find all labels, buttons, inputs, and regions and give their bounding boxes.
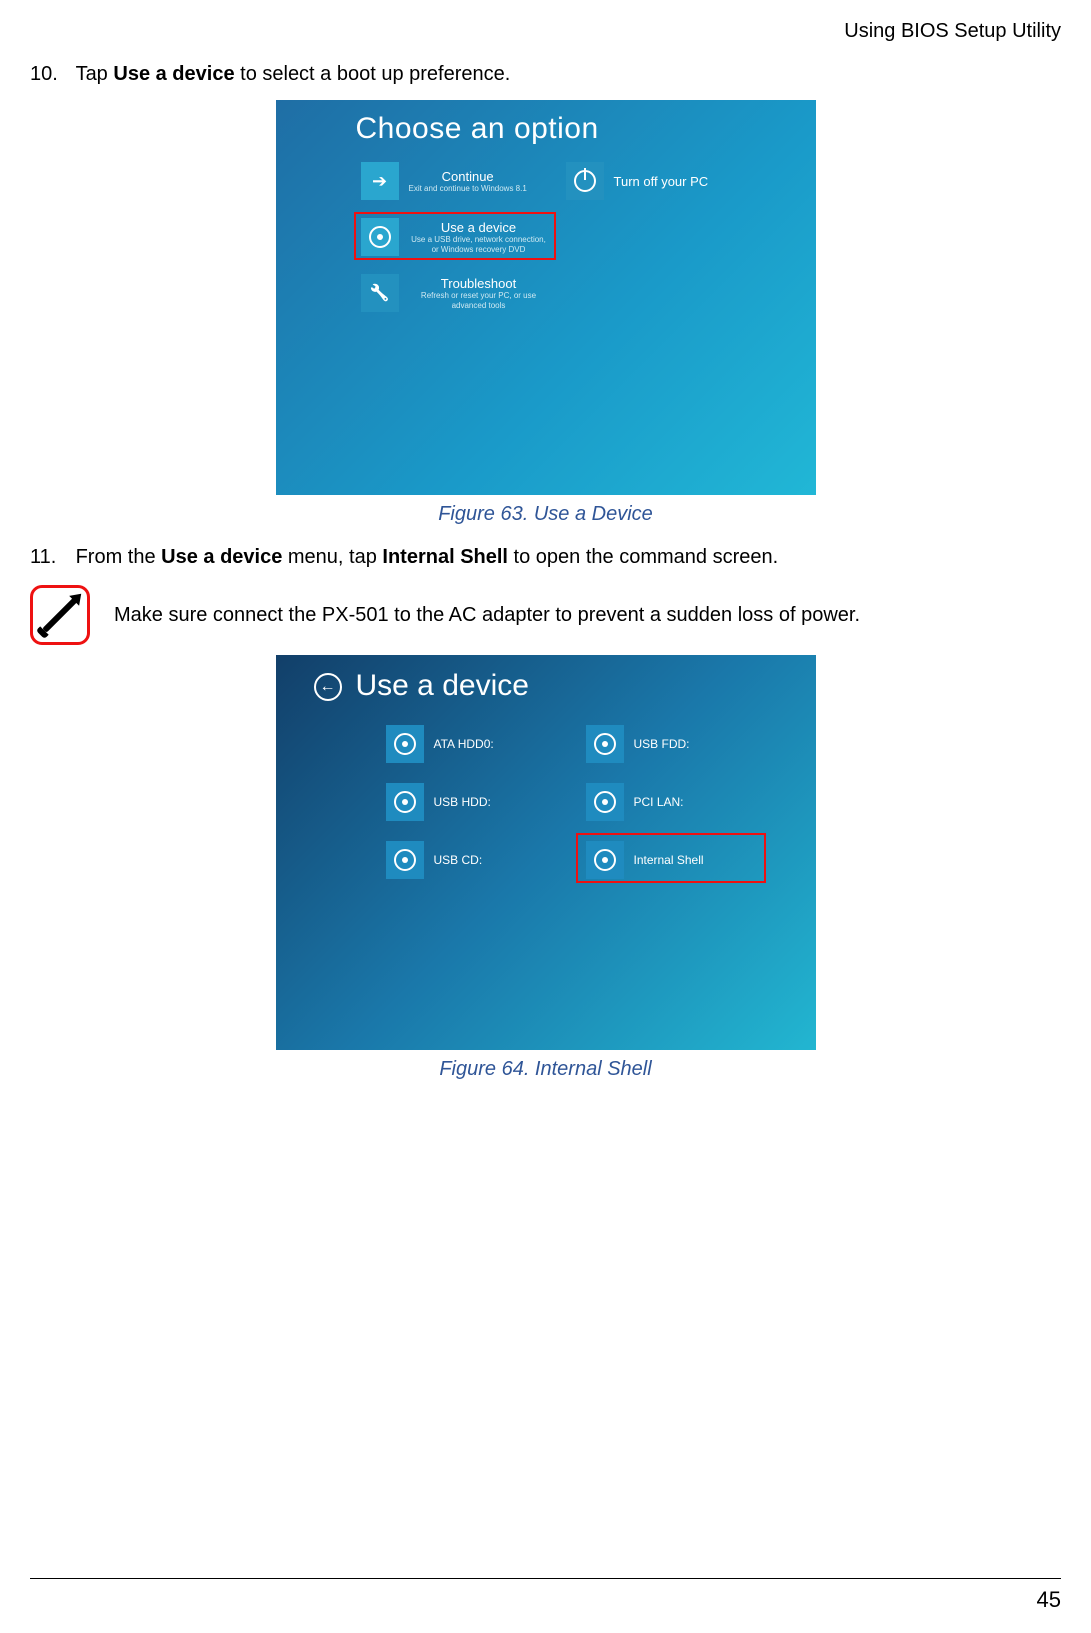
step-10-bold: Use a device (113, 63, 234, 85)
device-pci-lan-label: PCI LAN: (634, 795, 684, 809)
device-usb-hdd[interactable]: USB HDD: (386, 783, 491, 821)
tile-troubleshoot-title: Troubleshoot (409, 276, 549, 291)
tile-turnoff-title: Turn off your PC (614, 174, 709, 189)
tile-use-a-device-sub: Use a USB drive, network connection, or … (409, 235, 549, 254)
tile-use-a-device-title: Use a device (409, 220, 549, 235)
step-10-num: 10. (30, 61, 70, 88)
note-text: Make sure connect the PX-501 to the AC a… (114, 604, 860, 627)
device-usb-cd[interactable]: USB CD: (386, 841, 483, 879)
device-internal-shell[interactable]: Internal Shell (586, 841, 704, 879)
device-usb-cd-label: USB CD: (434, 853, 483, 867)
disc-icon (386, 725, 424, 763)
disc-icon (386, 783, 424, 821)
power-icon (566, 162, 604, 200)
tile-use-a-device[interactable]: Use a device Use a USB drive, network co… (361, 218, 549, 256)
step-10: 10. Tap Use a device to select a boot up… (30, 61, 1061, 88)
tools-icon (361, 274, 399, 312)
device-internal-shell-label: Internal Shell (634, 853, 704, 867)
pen-note-icon (30, 585, 90, 645)
use-a-device-title: Use a device (356, 669, 529, 703)
device-pci-lan[interactable]: PCI LAN: (586, 783, 684, 821)
figure-63: Choose an option Continue Exit and conti… (30, 100, 1061, 495)
caption-fig63: Figure 63. Use a Device (30, 503, 1061, 526)
caption-fig64: Figure 64. Internal Shell (30, 1058, 1061, 1081)
disc-icon (586, 783, 624, 821)
device-usb-hdd-label: USB HDD: (434, 795, 491, 809)
step-10-pre: Tap (76, 63, 114, 85)
use-a-device-screen: ← Use a device ATA HDD0: USB HDD: USB CD… (276, 655, 816, 1050)
step-11-bold2: Internal Shell (382, 546, 508, 568)
step-10-body: Tap Use a device to select a boot up pre… (76, 61, 1059, 88)
step-10-post: to select a boot up preference. (235, 63, 511, 85)
step-11-bold1: Use a device (161, 546, 282, 568)
disc-icon (586, 725, 624, 763)
arrow-right-icon (361, 162, 399, 200)
tile-troubleshoot-sub: Refresh or reset your PC, or use advance… (409, 291, 549, 310)
page-number: 45 (1037, 1587, 1061, 1613)
tile-turnoff[interactable]: Turn off your PC (566, 162, 709, 200)
tile-continue-title: Continue (409, 169, 527, 184)
step-11-num: 11. (30, 544, 70, 571)
disc-icon (361, 218, 399, 256)
disc-icon (386, 841, 424, 879)
choose-option-title: Choose an option (356, 112, 599, 146)
device-usb-fdd[interactable]: USB FDD: (586, 725, 690, 763)
step-11-pre: From the (76, 546, 162, 568)
footer-rule (30, 1578, 1061, 1579)
device-ata-hdd0[interactable]: ATA HDD0: (386, 725, 494, 763)
step-11-mid: menu, tap (282, 546, 382, 568)
device-ata-hdd0-label: ATA HDD0: (434, 737, 494, 751)
device-usb-fdd-label: USB FDD: (634, 737, 690, 751)
step-11-post: to open the command screen. (508, 546, 778, 568)
back-button[interactable]: ← (314, 673, 342, 701)
tile-continue-sub: Exit and continue to Windows 8.1 (409, 184, 527, 194)
figure-64: ← Use a device ATA HDD0: USB HDD: USB CD… (30, 655, 1061, 1050)
tile-troubleshoot[interactable]: Troubleshoot Refresh or reset your PC, o… (361, 274, 549, 312)
header-section: Using BIOS Setup Utility (30, 20, 1061, 43)
step-11-body: From the Use a device menu, tap Internal… (76, 544, 1059, 571)
choose-option-screen: Choose an option Continue Exit and conti… (276, 100, 816, 495)
disc-icon (586, 841, 624, 879)
tile-continue[interactable]: Continue Exit and continue to Windows 8.… (361, 162, 527, 200)
step-11: 11. From the Use a device menu, tap Inte… (30, 544, 1061, 571)
note: Make sure connect the PX-501 to the AC a… (30, 585, 1061, 645)
